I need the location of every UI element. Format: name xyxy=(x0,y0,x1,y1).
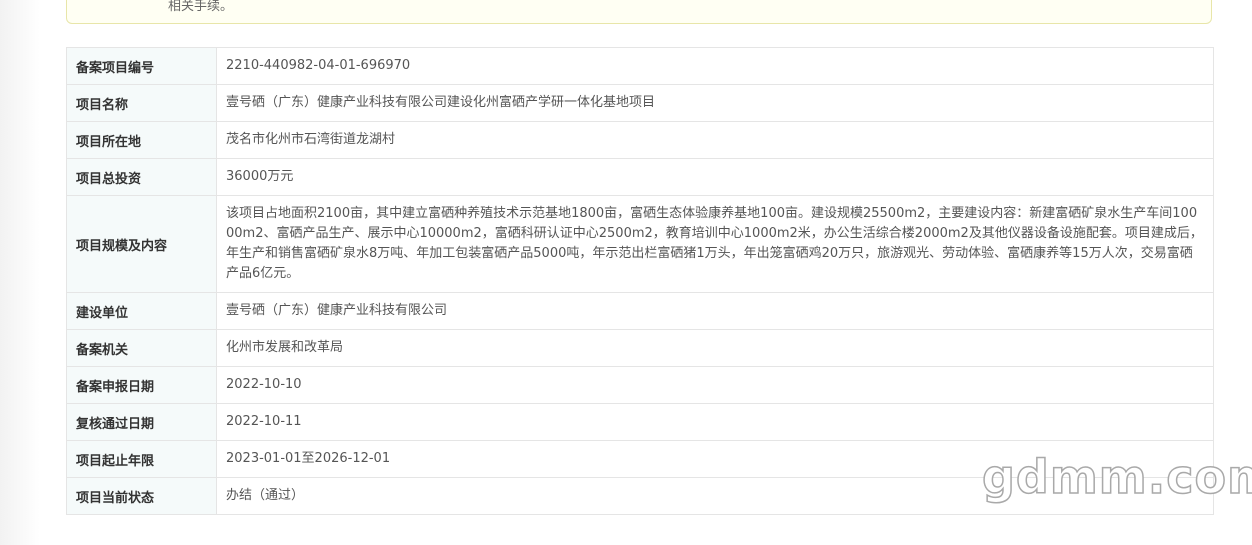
watermark-logo: gdmm.com xyxy=(981,449,1252,505)
row-label-total-investment: 项目总投资 xyxy=(66,158,217,196)
table-row: 复核通过日期 2022-10-11 xyxy=(66,403,1214,441)
row-label-project-code: 备案项目编号 xyxy=(66,47,217,85)
row-value-location: 茂名市化州市石湾街道龙湖村 xyxy=(216,121,1214,159)
row-label-current-status: 项目当前状态 xyxy=(66,477,217,515)
row-value-total-investment: 36000万元 xyxy=(216,158,1214,196)
page-left-gutter xyxy=(0,0,40,545)
table-row: 备案项目编号 2210-440982-04-01-696970 xyxy=(66,47,1214,85)
row-value-project-code: 2210-440982-04-01-696970 xyxy=(216,47,1214,85)
row-value-filing-date: 2022-10-10 xyxy=(216,366,1214,404)
table-row: 建设单位 壹号硒（广东）健康产业科技有限公司 xyxy=(66,292,1214,330)
table-row: 项目规模及内容 该项目占地面积2100亩，其中建立富硒种养殖技术示范基地1800… xyxy=(66,195,1214,293)
table-row: 项目名称 壹号硒（广东）健康产业科技有限公司建设化州富硒产学研一体化基地项目 xyxy=(66,84,1214,122)
row-label-builder: 建设单位 xyxy=(66,292,217,330)
notice-box: 相关手续。 xyxy=(66,0,1212,24)
table-row: 项目所在地 茂名市化州市石湾街道龙湖村 xyxy=(66,121,1214,159)
row-value-builder: 壹号硒（广东）健康产业科技有限公司 xyxy=(216,292,1214,330)
row-label-project-period: 项目起止年限 xyxy=(66,440,217,478)
table-row: 项目总投资 36000万元 xyxy=(66,158,1214,196)
table-row: 备案申报日期 2022-10-10 xyxy=(66,366,1214,404)
row-value-review-date: 2022-10-11 xyxy=(216,403,1214,441)
row-label-filing-authority: 备案机关 xyxy=(66,329,217,367)
table-row: 备案机关 化州市发展和改革局 xyxy=(66,329,1214,367)
row-value-project-name: 壹号硒（广东）健康产业科技有限公司建设化州富硒产学研一体化基地项目 xyxy=(216,84,1214,122)
row-label-project-name: 项目名称 xyxy=(66,84,217,122)
row-value-filing-authority: 化州市发展和改革局 xyxy=(216,329,1214,367)
project-info-table: 备案项目编号 2210-440982-04-01-696970 项目名称 壹号硒… xyxy=(66,47,1214,515)
row-label-review-date: 复核通过日期 xyxy=(66,403,217,441)
notice-text: 相关手续。 xyxy=(168,0,234,14)
row-label-scale-content: 项目规模及内容 xyxy=(66,195,217,293)
row-label-location: 项目所在地 xyxy=(66,121,217,159)
row-value-scale-content: 该项目占地面积2100亩，其中建立富硒种养殖技术示范基地1800亩，富硒生态体验… xyxy=(216,195,1214,293)
row-label-filing-date: 备案申报日期 xyxy=(66,366,217,404)
